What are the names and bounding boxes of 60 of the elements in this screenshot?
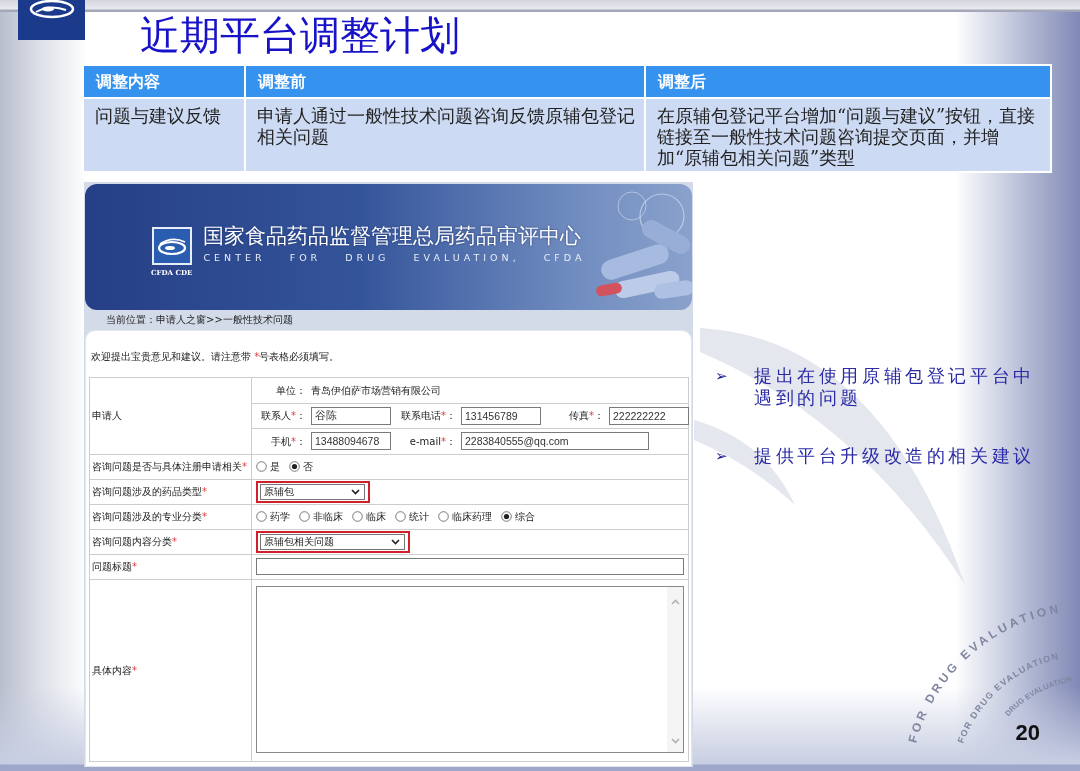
field-label: 手机*： <box>270 434 306 449</box>
column-header: 调整内容 <box>83 65 245 98</box>
form-label: 咨询问题涉及的专业分类* <box>89 504 252 529</box>
form-label: 问题标题* <box>89 554 252 579</box>
radio-label: 临床 <box>366 510 386 524</box>
radio-label: 是 <box>270 460 280 474</box>
form-label: 咨询问题涉及的药品类型* <box>89 479 252 504</box>
logo-icon <box>151 227 192 265</box>
field-label: e-mail*： <box>408 434 456 449</box>
radio-label: 否 <box>303 460 313 474</box>
bullet-text: 提供平台升级改造的相关建议 <box>754 445 1036 467</box>
table-cell: 在原辅包登记平台增加“问题与建议”按钮，直接链接至一般性技术问题咨询提交页面，并增加“原辅包相关问题”类型 <box>645 98 1051 172</box>
dropdown-select[interactable]: 原辅包相关问题 <box>260 533 405 550</box>
breadcrumb-text: 当前位置：申请人之窗>>一般性技术问题 <box>105 313 294 327</box>
chevron-down-icon <box>351 488 360 495</box>
radio-button[interactable] <box>438 511 449 522</box>
text-field[interactable]: 谷陈 <box>311 406 391 425</box>
form-label: 咨询问题是否与具体注册申请相关* <box>89 454 252 479</box>
text-field[interactable] <box>256 558 684 575</box>
form-label: 咨询问题内容分类* <box>89 529 252 554</box>
radio-button[interactable] <box>299 511 310 522</box>
radio-label: 统计 <box>409 510 429 524</box>
field-value: 青岛伊伯萨市场营销有限公司 <box>310 383 442 398</box>
radio-button[interactable] <box>289 461 300 472</box>
field-label: 联系电话*： <box>400 409 456 424</box>
field-label: 单位： <box>275 383 306 398</box>
page-number: 20 <box>1015 720 1040 746</box>
radio-label: 药学 <box>270 510 290 524</box>
column-header: 调整后 <box>645 65 1051 98</box>
radio-label: 综合 <box>515 510 535 524</box>
banner-subtitle: CENTER FOR DRUG EVALUATION, CFDA <box>203 252 586 264</box>
field-label: 联系人*： <box>260 409 306 424</box>
bullet-arrow: ➢ <box>715 446 729 467</box>
banner-title: 国家食品药品监督管理总局药品审评中心 <box>203 224 583 249</box>
radio-button[interactable] <box>395 511 406 522</box>
dropdown-select[interactable]: 原辅包 <box>260 483 365 500</box>
text-field[interactable]: 222222222 <box>609 406 689 425</box>
chevron-down-icon <box>670 737 680 744</box>
table-cell: 申请人通过一般性技术问题咨询反馈原辅包登记相关问题 <box>245 98 645 172</box>
scrollbar[interactable] <box>667 586 683 752</box>
text-field[interactable]: 131456789 <box>461 406 541 425</box>
radio-label: 非临床 <box>313 510 343 524</box>
bullet-text: 提出在使用原辅包登记平台中遇到的问题 <box>754 365 1036 409</box>
chevron-up-icon <box>670 598 680 605</box>
table-cell: 问题与建议反馈 <box>83 98 245 172</box>
radio-label: 临床药理 <box>452 510 492 524</box>
radio-button[interactable] <box>256 511 267 522</box>
radio-button[interactable] <box>352 511 363 522</box>
bullet-arrow: ➢ <box>715 366 729 387</box>
form-label: 申请人 <box>89 377 252 454</box>
chevron-down-icon <box>391 538 400 545</box>
form-label: 具体内容* <box>89 579 252 761</box>
field-label: 传真*： <box>568 409 604 424</box>
text-field[interactable]: 2283840555@qq.com <box>461 432 649 451</box>
column-header: 调整前 <box>245 65 645 98</box>
text-field[interactable]: 13488094678 <box>311 432 391 451</box>
radio-button[interactable] <box>256 461 267 472</box>
form-intro: 欢迎提出宝贵意见和建议。请注意带 *号表格必须填写。 <box>91 350 341 364</box>
slide-title: 近期平台调整计划 <box>140 11 460 60</box>
radio-button[interactable] <box>501 511 512 522</box>
